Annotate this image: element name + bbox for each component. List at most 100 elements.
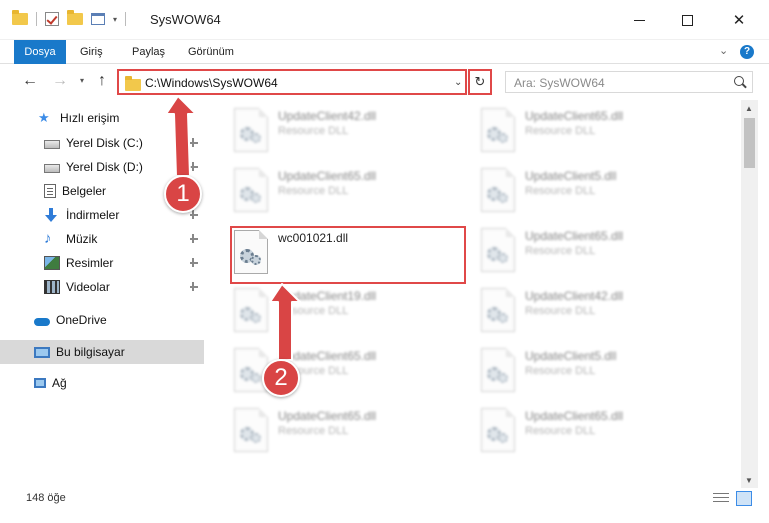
search-box[interactable]: Ara: SysWOW64	[505, 71, 753, 93]
expand-ribbon-chevron-icon[interactable]: ⌄	[719, 44, 728, 57]
dll-file-icon	[481, 108, 515, 152]
sidebar-item-network[interactable]: Ağ	[0, 371, 204, 395]
dll-file-icon	[481, 348, 515, 392]
folder-icon	[125, 76, 141, 91]
pin-icon[interactable]	[190, 258, 198, 267]
file-name: UpdateClient65.dll	[525, 409, 624, 423]
minimize-button[interactable]	[616, 0, 662, 40]
sidebar-item-this-pc[interactable]: Bu bilgisayar	[0, 340, 204, 364]
help-icon[interactable]: ?	[740, 45, 754, 59]
search-icon[interactable]	[734, 76, 744, 86]
scroll-down-icon[interactable]: ▼	[745, 476, 753, 485]
sidebar-item-label: Müzik	[66, 232, 98, 246]
download-icon	[44, 208, 60, 222]
folder-icon	[12, 10, 28, 25]
search-placeholder: Ara: SysWOW64	[514, 76, 605, 90]
pin-icon[interactable]	[190, 282, 198, 291]
pin-icon[interactable]	[190, 138, 198, 147]
file-tile[interactable]: UpdateClient5.dll Resource DLL	[477, 346, 697, 398]
refresh-icon: ↻	[474, 74, 486, 89]
file-type: Resource DLL	[525, 245, 596, 257]
navigation-pane: ★ Hızlı erişim Yerel Disk (C:) Yerel Dis…	[0, 100, 206, 488]
sidebar-item-quick-access[interactable]: ★ Hızlı erişim	[0, 106, 204, 130]
refresh-button[interactable]: ↻	[468, 69, 492, 95]
step-1-callout: 1	[164, 175, 202, 213]
dll-file-icon	[234, 288, 268, 332]
large-icons-view-icon[interactable]	[736, 491, 752, 506]
properties-check-icon[interactable]	[45, 12, 59, 26]
file-tile[interactable]: UpdateClient65.dll Resource DLL	[477, 106, 697, 158]
details-view-icon[interactable]	[713, 493, 729, 505]
step-2-callout: 2	[262, 359, 300, 397]
tab-home[interactable]: Giriş	[70, 40, 113, 64]
tab-share[interactable]: Paylaş	[122, 40, 175, 64]
music-icon: ♪	[44, 230, 52, 247]
title-bar: ▾ SysWOW64 ✕	[0, 0, 769, 40]
window-title: SysWOW64	[150, 12, 221, 27]
close-button[interactable]: ✕	[716, 0, 762, 40]
dll-file-icon	[481, 168, 515, 212]
vertical-scrollbar[interactable]: ▲ ▼	[741, 100, 758, 488]
computer-icon	[34, 346, 50, 358]
pin-icon[interactable]	[190, 162, 198, 171]
star-icon: ★	[38, 110, 50, 125]
file-tile[interactable]: UpdateClient42.dll Resource DLL	[477, 286, 697, 338]
sidebar-item-videos[interactable]: Videolar	[0, 275, 204, 299]
scroll-up-icon[interactable]: ▲	[745, 104, 753, 113]
sidebar-item-local-disk-d[interactable]: Yerel Disk (D:)	[0, 155, 204, 179]
up-arrow-icon[interactable]: ↑	[98, 72, 106, 90]
sidebar-item-music[interactable]: ♪ Müzik	[0, 227, 204, 251]
videos-icon	[44, 280, 60, 294]
toolbar-separator	[125, 12, 127, 26]
dll-file-icon	[481, 228, 515, 272]
network-icon	[34, 378, 46, 388]
address-history-chevron-icon[interactable]: ⌄	[454, 77, 462, 88]
toolbar-separator	[36, 12, 37, 26]
file-tile[interactable]: UpdateClient5.dll Resource DLL	[477, 166, 697, 218]
sidebar-item-onedrive[interactable]: OneDrive	[0, 308, 204, 332]
tab-view[interactable]: Görünüm	[178, 40, 244, 64]
file-name: UpdateClient42.dll	[525, 289, 624, 303]
maximize-button[interactable]	[664, 0, 710, 40]
cloud-icon	[34, 318, 50, 326]
file-tile[interactable]: UpdateClient65.dll Resource DLL	[477, 406, 697, 458]
sidebar-item-label: Yerel Disk (C:)	[66, 136, 143, 150]
file-type: Resource DLL	[278, 425, 349, 437]
forward-arrow-icon[interactable]: →	[52, 72, 68, 90]
quick-access-toolbar: ▾	[12, 10, 127, 26]
dll-file-icon	[234, 408, 268, 452]
properties-icon[interactable]	[91, 13, 105, 25]
sidebar-item-local-disk-c[interactable]: Yerel Disk (C:)	[0, 131, 204, 155]
sidebar-item-label: Resimler	[66, 256, 114, 270]
drive-icon	[44, 140, 60, 149]
dll-file-icon	[234, 108, 268, 152]
file-tile[interactable]: UpdateClient42.dll Resource DLL	[230, 106, 450, 158]
scroll-thumb[interactable]	[744, 118, 755, 168]
file-tile[interactable]: UpdateClient65.dll Resource DLL	[230, 406, 450, 458]
address-path[interactable]: C:\Windows\SysWOW64	[145, 76, 278, 90]
file-tile[interactable]: UpdateClient65.dll Resource DLL	[230, 166, 450, 218]
file-tile[interactable]: UpdateClient65.dll Resource DLL	[477, 226, 697, 278]
ribbon: Dosya Giriş Paylaş Görünüm ⌄ ?	[0, 40, 769, 64]
file-type: Resource DLL	[525, 185, 596, 197]
sidebar-item-label: OneDrive	[56, 313, 107, 327]
file-type: Resource DLL	[278, 185, 349, 197]
pin-icon[interactable]	[190, 234, 198, 243]
address-bar[interactable]: C:\Windows\SysWOW64 ⌄	[117, 69, 467, 95]
item-count: 148 öğe	[26, 492, 66, 504]
pin-icon[interactable]	[190, 210, 198, 219]
file-name: UpdateClient65.dll	[525, 109, 624, 123]
new-folder-icon[interactable]	[67, 10, 83, 25]
tab-file[interactable]: Dosya	[14, 40, 66, 64]
file-name: UpdateClient19.dll	[278, 289, 377, 303]
file-name: UpdateClient65.dll	[278, 409, 377, 423]
back-arrow-icon[interactable]: ←	[22, 72, 38, 90]
dll-file-icon	[481, 408, 515, 452]
sidebar-item-pictures[interactable]: Resimler	[0, 251, 204, 275]
file-list: UpdateClient42.dll Resource DLL UpdateCl…	[206, 100, 741, 470]
file-name: UpdateClient42.dll	[278, 109, 377, 123]
file-tile[interactable]: UpdateClient19.dll Resource DLL	[230, 286, 450, 338]
recent-locations-chevron-icon[interactable]: ▾	[80, 76, 84, 85]
file-type: Resource DLL	[525, 125, 596, 137]
chevron-down-icon[interactable]: ▾	[113, 15, 117, 24]
